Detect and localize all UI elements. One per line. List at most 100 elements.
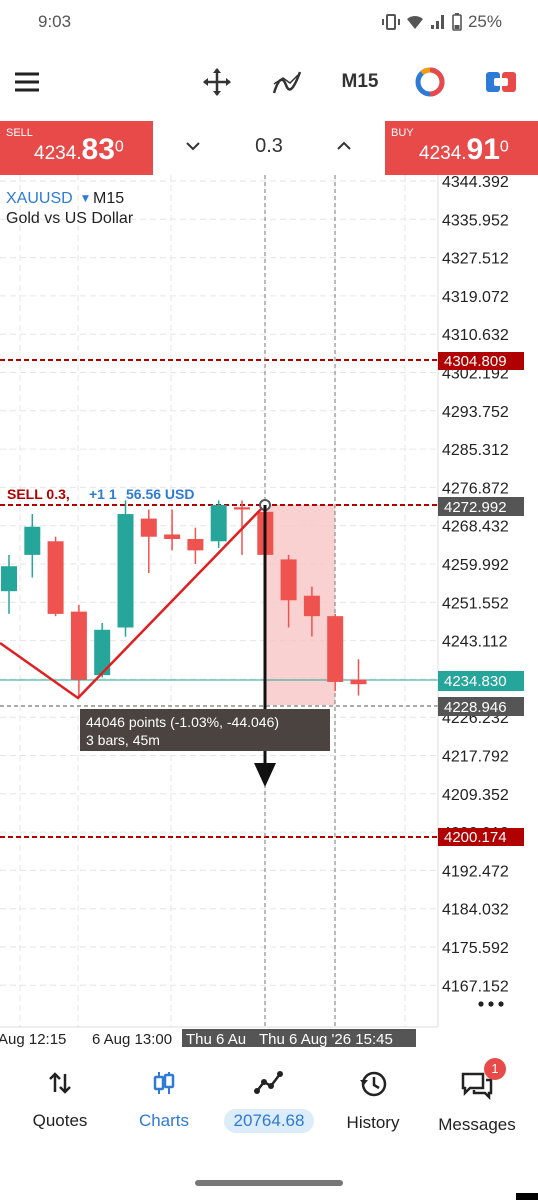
tp-price-label: 4200.174 xyxy=(444,829,507,846)
price-tick-label: 4310.632 xyxy=(442,327,509,344)
hamburger-menu-icon[interactable] xyxy=(12,64,42,100)
sl-price-label: 4304.809 xyxy=(444,353,507,370)
candle-body xyxy=(47,541,64,614)
corner-bar xyxy=(516,1193,538,1200)
more-dots-icon[interactable] xyxy=(478,1001,504,1007)
chart-objects-icon[interactable] xyxy=(413,64,447,100)
bid-price-label: 4234.830 xyxy=(444,673,507,690)
price-tick-label: 4327.512 xyxy=(442,251,509,268)
candle-body xyxy=(140,518,157,537)
candle-body xyxy=(24,526,41,555)
candle-body xyxy=(164,534,181,540)
price-tick-label: 4209.352 xyxy=(442,787,509,804)
ruler-range-rect xyxy=(265,505,335,705)
chart-toolbar: M15 xyxy=(0,54,538,112)
nav-history[interactable]: History xyxy=(323,1070,423,1133)
price-chart[interactable]: 44046 points (-1.03%, -44.046) 3 bars, 4… xyxy=(0,174,538,1055)
timeframe-button[interactable]: M15 xyxy=(335,64,385,100)
candle-body xyxy=(280,559,297,601)
symbol-dropdown-icon[interactable]: ▼ xyxy=(82,194,89,204)
trade-icon xyxy=(254,1071,283,1094)
ruler-tooltip-line1: 44046 points (-1.03%, -44.046) xyxy=(86,714,279,730)
time-label-3: Thu 6 Au xyxy=(186,1031,246,1048)
status-icons: 25% xyxy=(381,12,502,32)
crosshair-price-label: 4228.946 xyxy=(444,699,507,716)
nav-trade[interactable]: 20764.68 xyxy=(219,1070,319,1133)
nav-messages[interactable]: 1 Messages xyxy=(427,1058,527,1135)
one-click-trade-icon[interactable] xyxy=(484,64,518,100)
sell-price: 4234.830 xyxy=(34,133,124,167)
nav-history-label: History xyxy=(346,1113,400,1132)
symbol-name[interactable]: XAUUSD xyxy=(6,190,73,207)
buy-price-big: 91 xyxy=(466,133,500,166)
battery-icon xyxy=(452,13,462,31)
candle-body xyxy=(1,566,17,592)
position-profit-overlap: 56.56 USD xyxy=(126,486,194,502)
position-profit: +1 1 xyxy=(89,486,117,502)
price-tick-label: 4192.472 xyxy=(442,863,509,880)
price-tick-label: 4251.552 xyxy=(442,595,509,612)
ruler-range-area xyxy=(265,505,335,705)
buy-button[interactable]: BUY 4234.910 xyxy=(385,121,538,175)
buy-price: 4234.910 xyxy=(419,133,509,167)
price-tick-label: 4167.152 xyxy=(442,978,509,995)
nav-messages-label: Messages xyxy=(438,1115,516,1134)
symbol-description: Gold vs US Dollar xyxy=(6,210,134,227)
move-crosshair-icon[interactable] xyxy=(200,64,234,100)
nav-charts-label: Charts xyxy=(138,1111,190,1130)
time-label-2: 6 Aug 13:00 xyxy=(92,1031,172,1048)
home-indicator[interactable] xyxy=(195,1180,343,1186)
nav-quotes[interactable]: Quotes xyxy=(10,1070,110,1131)
sell-price-sup: 0 xyxy=(114,138,124,156)
symbol-timeframe: M15 xyxy=(93,190,124,207)
ruler-tooltip-line2: 3 bars, 45m xyxy=(86,732,160,748)
candle-body xyxy=(350,679,367,685)
candle-body xyxy=(327,616,344,682)
indicator-icon[interactable] xyxy=(270,64,304,100)
one-click-trading-panel: SELL 4234.830 0.3 BUY 4234.910 xyxy=(0,121,538,175)
price-tick-label: 4293.752 xyxy=(442,404,509,421)
price-tick-label: 4259.992 xyxy=(442,557,509,574)
sell-price-big: 83 xyxy=(81,133,115,166)
sell-button[interactable]: SELL 4234.830 xyxy=(0,121,153,175)
price-tick-label: 4268.432 xyxy=(442,519,509,536)
nav-charts[interactable]: Charts xyxy=(114,1070,214,1131)
position-label[interactable]: SELL 0.3, xyxy=(7,486,70,502)
price-tick-label: 4285.312 xyxy=(442,442,509,459)
candle-body xyxy=(117,514,134,628)
ruler-arrow-head xyxy=(254,763,276,787)
nav-quotes-label: Quotes xyxy=(32,1111,88,1130)
buy-price-prefix: 4234. xyxy=(419,143,467,164)
status-bar: 9:03 25% xyxy=(0,0,538,44)
nav-balance: 20764.68 xyxy=(223,1109,315,1133)
vibrate-icon xyxy=(381,14,400,30)
battery-level: 25% xyxy=(467,12,502,31)
candle-body xyxy=(303,595,320,617)
bottom-navigation: Quotes Charts 20764.68 History 1 Message… xyxy=(0,1058,538,1160)
candle-body xyxy=(187,539,204,551)
price-tick-label: 4243.112 xyxy=(442,634,508,651)
volume-control: 0.3 xyxy=(153,121,385,175)
candle-body xyxy=(210,504,227,542)
quotes-icon xyxy=(49,1072,71,1094)
time-label-4: Thu 6 Aug '26 15:45 xyxy=(259,1031,393,1048)
price-tick-label: 4344.392 xyxy=(442,175,509,191)
price-tick-label: 4276.872 xyxy=(442,480,509,497)
chart-canvas[interactable]: 44046 points (-1.03%, -44.046) 3 bars, 4… xyxy=(0,174,538,1055)
sell-price-prefix: 4234. xyxy=(34,143,82,164)
charts-icon xyxy=(153,1072,175,1094)
volume-increase-button[interactable] xyxy=(336,135,352,158)
price-tick-label: 4319.072 xyxy=(442,289,509,306)
buy-price-sup: 0 xyxy=(499,138,509,156)
signal-icon xyxy=(430,15,444,29)
position-price-label: 4272.992 xyxy=(444,499,507,516)
price-tick-label: 4217.792 xyxy=(442,749,509,766)
time-label-1: Aug 12:15 xyxy=(0,1031,66,1048)
chevron-up-icon xyxy=(337,141,351,150)
buy-label: BUY xyxy=(391,127,414,139)
candle-body xyxy=(234,507,250,510)
chart-grid xyxy=(0,175,438,1027)
wifi-icon xyxy=(406,15,423,29)
candle-body xyxy=(70,611,87,680)
clock: 9:03 xyxy=(38,12,72,31)
